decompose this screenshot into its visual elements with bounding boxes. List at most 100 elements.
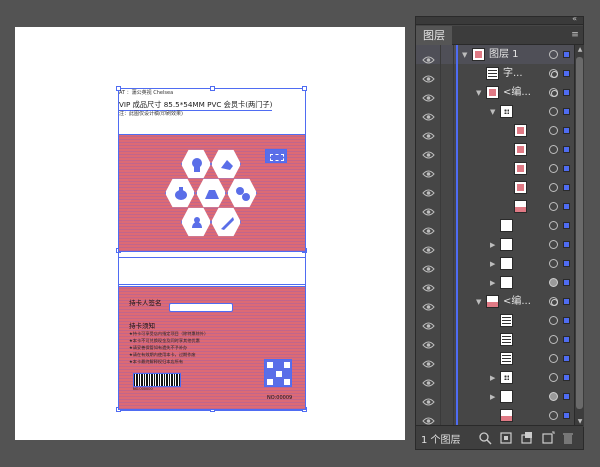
new-layer-icon[interactable] <box>541 430 555 444</box>
visibility-eye-icon[interactable] <box>422 354 435 368</box>
lock-toggle[interactable] <box>440 140 454 160</box>
target-circle-icon[interactable] <box>549 221 558 230</box>
target-circle-icon[interactable] <box>549 354 558 363</box>
selection-indicator[interactable] <box>563 412 570 419</box>
layer-row[interactable]: ▼ <编... <box>416 83 574 103</box>
target-circle-icon[interactable] <box>549 50 558 59</box>
target-circle-icon[interactable] <box>549 145 558 154</box>
card-divider-area[interactable] <box>118 257 306 285</box>
collapse-arrow-icon[interactable]: ▼ <box>490 107 498 117</box>
visibility-eye-icon[interactable] <box>422 316 435 330</box>
scroll-up-arrow-icon[interactable]: ▲ <box>575 45 585 55</box>
visibility-eye-icon[interactable] <box>422 259 435 273</box>
selection-indicator[interactable] <box>563 70 570 77</box>
visibility-eye-icon[interactable] <box>422 373 435 387</box>
make-clipping-mask-icon[interactable] <box>499 430 513 444</box>
layer-row[interactable] <box>416 178 574 198</box>
layer-row[interactable]: ▶ <box>416 273 574 293</box>
lock-toggle[interactable] <box>440 159 454 179</box>
panel-menu-icon[interactable]: ≡ <box>570 30 580 40</box>
layer-name[interactable]: 图层 1 <box>489 48 519 61</box>
lock-toggle[interactable] <box>440 235 454 255</box>
visibility-eye-icon[interactable] <box>422 240 435 254</box>
expand-arrow-icon[interactable]: ▶ <box>490 373 498 383</box>
target-circle-icon[interactable] <box>549 183 558 192</box>
selection-indicator[interactable] <box>563 51 570 58</box>
target-circle-icon[interactable] <box>549 202 558 211</box>
visibility-eye-icon[interactable] <box>422 202 435 216</box>
visibility-eye-icon[interactable] <box>422 88 435 102</box>
card-front-artwork[interactable] <box>118 134 306 252</box>
layer-row[interactable] <box>416 349 574 369</box>
visibility-eye-icon[interactable] <box>422 145 435 159</box>
layer-row[interactable] <box>416 330 574 350</box>
visibility-eye-icon[interactable] <box>422 107 435 121</box>
panel-title-bar[interactable]: « <box>416 14 583 25</box>
lock-toggle[interactable] <box>440 292 454 312</box>
visibility-eye-icon[interactable] <box>422 411 435 425</box>
visibility-eye-icon[interactable] <box>422 69 435 83</box>
target-circle-icon[interactable] <box>549 259 558 268</box>
layer-row[interactable]: 字... <box>416 64 574 84</box>
expand-arrow-icon[interactable]: ▶ <box>490 392 498 402</box>
scroll-thumb[interactable] <box>576 57 583 409</box>
lock-toggle[interactable] <box>440 83 454 103</box>
lock-toggle[interactable] <box>440 387 454 407</box>
lock-toggle[interactable] <box>440 330 454 350</box>
layer-row[interactable]: ▶ <box>416 368 574 388</box>
target-circle-icon[interactable] <box>549 373 558 382</box>
target-circle-icon[interactable] <box>549 278 558 287</box>
expand-arrow-icon[interactable]: ▶ <box>490 278 498 288</box>
lock-toggle[interactable] <box>440 254 454 274</box>
selection-indicator[interactable] <box>563 336 570 343</box>
lock-toggle[interactable] <box>440 121 454 141</box>
selection-indicator[interactable] <box>563 165 570 172</box>
target-circle-icon[interactable] <box>549 411 558 420</box>
selection-indicator[interactable] <box>563 203 570 210</box>
selection-indicator[interactable] <box>563 317 570 324</box>
visibility-eye-icon[interactable] <box>422 221 435 235</box>
selection-indicator[interactable] <box>563 393 570 400</box>
lock-toggle[interactable] <box>440 406 454 426</box>
target-circle-icon[interactable] <box>549 240 558 249</box>
layer-row[interactable]: ▶ <box>416 235 574 255</box>
target-circle-icon[interactable] <box>549 316 558 325</box>
visibility-eye-icon[interactable] <box>422 297 435 311</box>
lock-toggle[interactable] <box>440 64 454 84</box>
layer-row[interactable] <box>416 197 574 217</box>
layer-row[interactable] <box>416 406 574 426</box>
layer-row[interactable] <box>416 216 574 236</box>
target-circle-icon[interactable] <box>549 164 558 173</box>
create-sublayer-icon[interactable] <box>520 430 534 444</box>
lock-toggle[interactable] <box>440 273 454 293</box>
visibility-eye-icon[interactable] <box>422 335 435 349</box>
target-circle-icon[interactable] <box>549 335 558 344</box>
target-circle-icon[interactable] <box>549 107 558 116</box>
selection-indicator[interactable] <box>563 279 570 286</box>
visibility-eye-icon[interactable] <box>422 278 435 292</box>
lock-toggle[interactable] <box>440 45 454 65</box>
layer-row[interactable] <box>416 159 574 179</box>
delete-layer-icon[interactable] <box>561 430 575 444</box>
selection-indicator[interactable] <box>563 241 570 248</box>
collapse-arrow-icon[interactable]: ▼ <box>476 88 484 98</box>
visibility-eye-icon[interactable] <box>422 126 435 140</box>
selection-indicator[interactable] <box>563 127 570 134</box>
visibility-eye-icon[interactable] <box>422 392 435 406</box>
layer-name[interactable]: <编... <box>503 295 531 308</box>
lock-toggle[interactable] <box>440 368 454 388</box>
lock-toggle[interactable] <box>440 311 454 331</box>
expand-arrow-icon[interactable]: ▶ <box>490 259 498 269</box>
target-circle-icon[interactable] <box>549 126 558 135</box>
collapse-arrow-icon[interactable]: ▼ <box>462 50 470 60</box>
layer-row[interactable]: ▼ 图层 1 <box>416 45 574 65</box>
layer-row[interactable]: ▶ <box>416 387 574 407</box>
selection-indicator[interactable] <box>563 298 570 305</box>
lock-toggle[interactable] <box>440 216 454 236</box>
selection-indicator[interactable] <box>563 108 570 115</box>
lock-toggle[interactable] <box>440 102 454 122</box>
lock-toggle[interactable] <box>440 178 454 198</box>
selection-indicator[interactable] <box>563 184 570 191</box>
selection-indicator[interactable] <box>563 146 570 153</box>
card-spec-text-group[interactable]: AT ：蒲公英视 Chelsea VIP 成品尺寸 85.5*54MM PVC … <box>119 89 305 133</box>
